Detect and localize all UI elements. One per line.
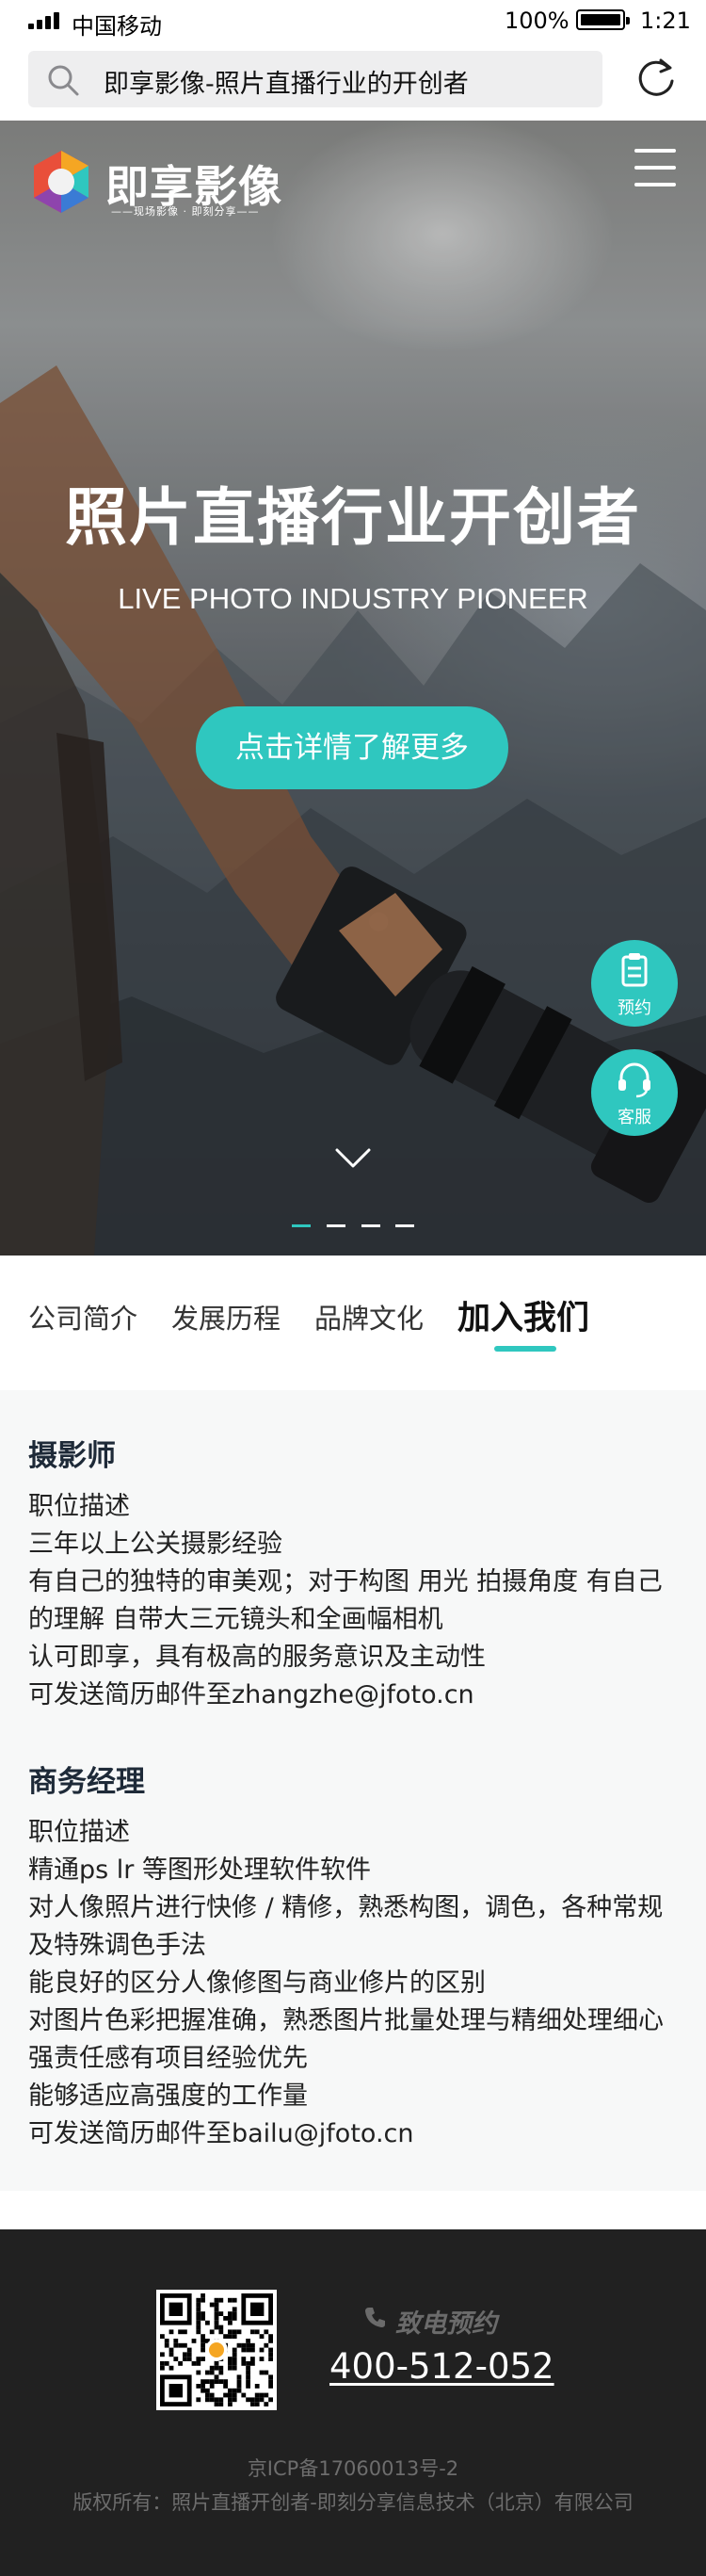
carousel-dot[interactable] [361, 1224, 380, 1227]
copyright: 版权所有：照片直播开创者-即刻分享信息技术（北京）有限公司 [72, 2491, 634, 2514]
job-line: 对图片色彩把握准确，熟悉图片批量处理与精细处理细心 [28, 2006, 664, 2035]
address-bar[interactable]: 即享影像-照片直播行业的开创者 [28, 51, 602, 107]
job-line: 可发送简历邮件至zhangzhe@jfoto.cn [28, 1680, 474, 1709]
tab-history[interactable]: 发展历程 [171, 1297, 281, 1337]
job-line: 认可即享，具有极高的服务意识及主动性 [28, 1643, 486, 1672]
tab-company-intro[interactable]: 公司简介 [28, 1297, 137, 1337]
tab-join-us[interactable]: 加入我们 [457, 1291, 589, 1339]
job-line: 有自己的独特的审美观；对于构图 用光 拍摄角度 有自己的理解 自带大三元镜头和全… [28, 1567, 663, 1634]
job-line: 强责任感有项目经验优先 [28, 2044, 308, 2073]
booking-label: 预约 [618, 998, 651, 1018]
tab-brand-culture[interactable]: 品牌文化 [314, 1297, 424, 1337]
job-description: 职位描述 精通ps lr 等图形处理软件软件 对人像照片进行快修 / 精修，熟悉… [28, 1814, 687, 2153]
phone-icon [365, 2308, 385, 2327]
job-line: 精通ps lr 等图形处理软件软件 [28, 1855, 371, 1885]
signal-icon [28, 12, 62, 29]
section-tabs: 公司简介 发展历程 品牌文化 加入我们 [0, 1256, 706, 1390]
status-bar: 中国移动 100% 1:21 [0, 0, 706, 41]
job-line: 职位描述 [28, 1818, 130, 1847]
customer-service-label: 客服 [618, 1108, 651, 1127]
battery-icon [576, 9, 630, 30]
call-to-book-label: 致电预约 [395, 2309, 497, 2339]
carousel-indicators [292, 1224, 414, 1228]
logo-slogan: ——现场影像 · 即刻分享—— [111, 205, 260, 218]
icp-license[interactable]: 京ICP备17060013号-2 [0, 2454, 706, 2482]
job-line: 可发送简历邮件至bailu@jfoto.cn [28, 2119, 414, 2148]
active-tab-indicator [494, 1346, 556, 1352]
booking-button[interactable]: 预约 [591, 940, 678, 1027]
job-description: 职位描述 三年以上公关摄影经验 有自己的独特的审美观；对于构图 用光 拍摄角度 … [28, 1488, 687, 1714]
job-line: 三年以上公关摄影经验 [28, 1530, 282, 1559]
phone-number-link[interactable]: 400-512-052 [329, 2346, 554, 2387]
hero-banner: 即享影像 ——现场影像 · 即刻分享—— 照片直播行业开创者 LIVE PHOT… [0, 121, 706, 1256]
job-listings: 摄影师 职位描述 三年以上公关摄影经验 有自己的独特的审美观；对于构图 用光 拍… [0, 1390, 706, 2191]
footer: 致电预约 400-512-052 京ICP备17060013号-2 版权所有：照… [0, 2229, 706, 2576]
carousel-dot[interactable] [327, 1224, 345, 1227]
job-line: 对人像照片进行快修 / 精修，熟悉构图，调色，各种常规及特殊调色手法 [28, 1893, 664, 1960]
logo-icon [34, 151, 88, 213]
job-title: 摄影师 [28, 1439, 116, 1473]
status-time: 1:21 [640, 8, 691, 34]
job-line: 能良好的区分人像修图与商业修片的区别 [28, 1968, 486, 1998]
search-icon [48, 65, 79, 96]
job-line: 职位描述 [28, 1492, 130, 1521]
qr-code [156, 2290, 277, 2410]
hero-title: 照片直播行业开创者 [65, 481, 641, 554]
carousel-dot[interactable] [292, 1224, 311, 1227]
hamburger-menu-icon[interactable] [634, 149, 676, 186]
battery-percentage: 100% [505, 8, 570, 34]
refresh-icon[interactable] [633, 55, 680, 102]
customer-service-button[interactable]: 客服 [591, 1049, 678, 1136]
headset-icon [618, 1062, 650, 1098]
carrier-name: 中国移动 [72, 13, 162, 40]
learn-more-button[interactable]: 点击详情了解更多 [196, 706, 508, 789]
job-title: 商务经理 [28, 1765, 145, 1799]
page-title-in-address-bar: 即享影像-照片直播行业的开创者 [104, 70, 469, 99]
clipboard-icon [621, 953, 648, 987]
hero-subtitle: LIVE PHOTO INDUSTRY PIONEER [118, 582, 588, 615]
browser-bar: 即享影像-照片直播行业的开创者 [0, 41, 706, 121]
chevron-down-icon[interactable] [334, 1147, 372, 1170]
carousel-dot[interactable] [395, 1224, 414, 1227]
job-line: 能够适应高强度的工作量 [28, 2082, 308, 2111]
